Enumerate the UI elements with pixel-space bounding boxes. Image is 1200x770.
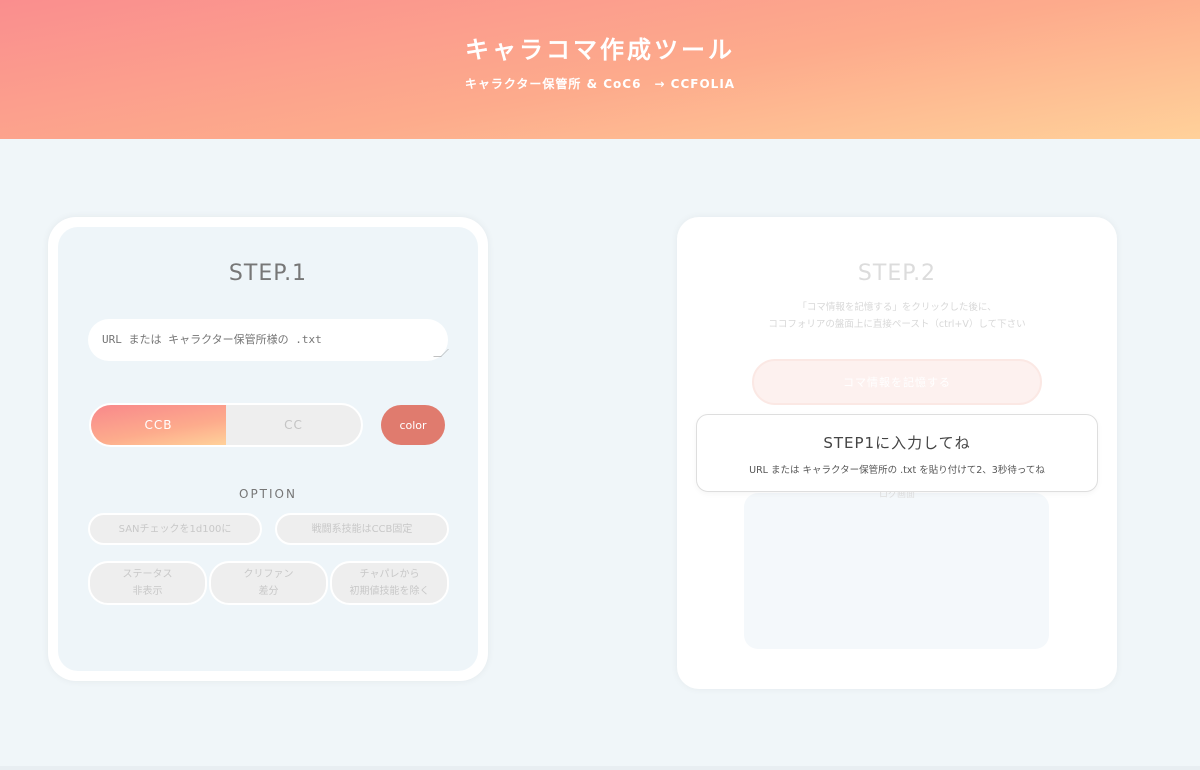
option-clip-diff-label-2: 差分	[258, 586, 279, 597]
preview-area	[744, 493, 1049, 649]
option-clip-diff-label-1: クリファン	[243, 569, 294, 580]
step2-description: 「コマ情報を記憶する」をクリックした後に、 ココフォリアの盤面上に直接ペースト（…	[677, 299, 1117, 333]
color-button[interactable]: color	[381, 405, 445, 445]
option-status-hide-label-1: ステータス	[122, 569, 173, 580]
option-san-check[interactable]: SANチェックを1d100に	[88, 513, 262, 545]
page-title: キャラコマ作成ツール	[465, 36, 735, 64]
step1-title: STEP.1	[228, 261, 308, 286]
option-battle-ccb[interactable]: 戦闘系技能はCCB固定	[275, 513, 449, 545]
mode-option-ccb[interactable]: CCB	[91, 405, 226, 445]
option-san-check-label: SANチェックを1d100に	[118, 523, 232, 535]
option-title: OPTION	[239, 487, 297, 501]
toast-message: URL または キャラクター保管所の .txt を貼り付けて2、3秒待ってね	[749, 465, 1045, 476]
option-chapare-label-1: チャパレから	[359, 569, 420, 580]
footer-divider	[0, 766, 1200, 770]
notification-toast: STEP1に入力してね URL または キャラクター保管所の .txt を貼り付…	[696, 414, 1098, 492]
step1-card: STEP.1 CCB CC color OPTION SANチェックを1d100…	[48, 217, 488, 681]
option-clip-diff[interactable]: クリファン 差分	[209, 561, 328, 605]
option-battle-ccb-label: 戦闘系技能はCCB固定	[311, 523, 413, 535]
toast-title: STEP1に入力してね	[823, 434, 971, 452]
mode-option-cc[interactable]: CC	[226, 405, 361, 445]
mode-toggle[interactable]: CCB CC	[89, 403, 363, 447]
url-input[interactable]	[88, 319, 448, 361]
option-status-hide-label-2: 非表示	[132, 586, 163, 597]
option-chapare-label-2: 初期値技能を除く	[349, 586, 430, 597]
step1-card-inner: STEP.1 CCB CC color OPTION SANチェックを1d100…	[58, 227, 478, 671]
option-status-hide[interactable]: ステータス 非表示	[88, 561, 207, 605]
option-chapare[interactable]: チャパレから 初期値技能を除く	[330, 561, 449, 605]
page-subtitle: キャラクター保管所 & CoC6 → CCFOLIA	[464, 77, 736, 91]
step2-description-line-2: ココフォリアの盤面上に直接ペースト（ctrl+V）して下さい	[768, 319, 1026, 330]
step2-title: STEP.2	[857, 261, 937, 286]
step2-description-line-1: 「コマ情報を記憶する」をクリックした後に、	[797, 302, 997, 313]
copy-koma-button[interactable]: コマ情報を記憶する	[752, 359, 1042, 405]
page-header: キャラコマ作成ツール キャラクター保管所 & CoC6 → CCFOLIA	[0, 0, 1200, 139]
